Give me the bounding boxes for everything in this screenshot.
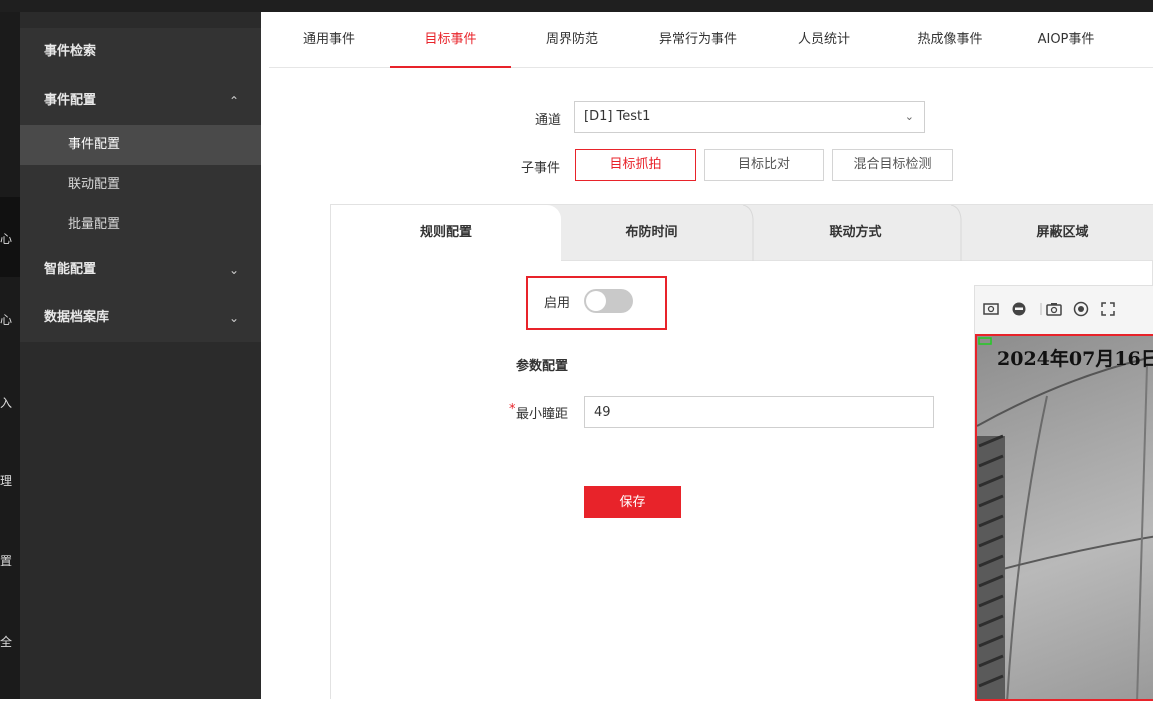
tab-separator — [743, 205, 754, 261]
rail-label-2[interactable]: 心 — [0, 311, 12, 328]
sidebar-subitem-label: 联动配置 — [68, 177, 121, 192]
config-panel: 规则配置 布防时间 联动方式 屏蔽区域 启用 参数配置 * 最小瞳距 保存 — [330, 204, 1153, 701]
fullscreen-icon[interactable] — [1099, 300, 1117, 318]
chevron-down-icon: ⌄ — [228, 311, 239, 325]
channel-value: [D1] Test1 — [584, 109, 651, 124]
face-icon[interactable] — [1010, 300, 1028, 318]
tab-arming-schedule[interactable]: 布防时间 — [563, 205, 740, 261]
sidebar-item-data-archive[interactable]: 数据档案库 ⌄ — [20, 298, 261, 338]
tab-people-count[interactable]: 人员统计 — [764, 12, 884, 68]
enable-label: 启用 — [544, 296, 571, 311]
tab-aiop-events[interactable]: AIOP事件 — [1016, 12, 1116, 68]
tab-linkage-method[interactable]: 联动方式 — [763, 205, 948, 261]
camera-icon[interactable] — [1045, 300, 1063, 318]
video-preview: 2024年07月16日 — [974, 285, 1153, 701]
sidebar-subitem-linkage-config[interactable]: 联动配置 — [20, 165, 261, 205]
camera-feed[interactable]: 2024年07月16日 — [975, 334, 1153, 701]
sidebar-menu: 事件检索 事件配置 ⌃ 事件配置 联动配置 批量配置 智能配置 ⌄ 数据档案库 … — [20, 28, 261, 342]
chevron-down-icon: ⌄ — [904, 110, 914, 123]
osd-timestamp: 2024年07月16日 — [997, 348, 1153, 370]
tab-separator — [951, 205, 962, 261]
rail-label-5[interactable]: 置 — [0, 552, 12, 569]
chevron-down-icon: ⌄ — [228, 263, 239, 277]
sidebar-item-event-search[interactable]: 事件检索 — [20, 32, 261, 72]
sidebar-subitem-batch-config[interactable]: 批量配置 — [20, 205, 261, 245]
tab-general-events[interactable]: 通用事件 — [269, 12, 389, 68]
channel-label: 通道 — [535, 113, 562, 128]
enable-toggle[interactable] — [584, 289, 633, 313]
sidebar: 事件检索 事件配置 ⌃ 事件配置 联动配置 批量配置 智能配置 ⌄ 数据档案库 … — [20, 12, 261, 699]
sidebar-subitem-label: 事件配置 — [68, 137, 121, 152]
toggle-knob — [586, 291, 606, 311]
video-toolbar — [975, 286, 1153, 334]
rail-label-4[interactable]: 理 — [0, 472, 12, 489]
ceiling-image — [977, 337, 1153, 699]
subevent-label: 子事件 — [521, 161, 561, 176]
sidebar-subitem-event-config[interactable]: 事件配置 — [20, 125, 261, 165]
section-title: 参数配置 — [516, 359, 569, 374]
snapshot-frame-icon[interactable] — [982, 300, 1000, 318]
tab-rule-config[interactable]: 规则配置 — [331, 205, 561, 262]
event-tabs: 通用事件 目标事件 周界防范 异常行为事件 人员统计 热成像事件 AIOP事件 — [269, 12, 1153, 68]
min-pupil-input[interactable] — [584, 396, 934, 428]
panel-tabs: 规则配置 布防时间 联动方式 屏蔽区域 — [331, 205, 1153, 262]
min-pupil-label: 最小瞳距 — [516, 407, 569, 422]
icon-rail: 心 心 入 理 置 全 — [0, 12, 20, 699]
main-content: 通用事件 目标事件 周界防范 异常行为事件 人员统计 热成像事件 AIOP事件 … — [261, 12, 1153, 701]
rail-label-1[interactable]: 心 — [0, 230, 12, 247]
chevron-up-icon: ⌃ — [228, 94, 239, 108]
required-mark: * — [509, 402, 516, 417]
save-button[interactable]: 保存 — [584, 486, 681, 518]
tab-thermal-events[interactable]: 热成像事件 — [885, 12, 1015, 68]
sidebar-subitem-label: 批量配置 — [68, 217, 121, 232]
tab-mask-area[interactable]: 屏蔽区域 — [971, 205, 1153, 261]
rail-label-6[interactable]: 全 — [0, 633, 12, 650]
record-icon[interactable] — [1072, 300, 1090, 318]
sidebar-item-label: 事件配置 — [44, 93, 97, 108]
tab-target-events[interactable]: 目标事件 — [390, 12, 511, 68]
sidebar-item-smart-config[interactable]: 智能配置 ⌄ — [20, 250, 261, 290]
subevent-target-capture[interactable]: 目标抓拍 — [575, 149, 696, 181]
sidebar-item-label: 数据档案库 — [44, 310, 110, 325]
channel-select[interactable]: [D1] Test1 ⌄ — [574, 101, 925, 133]
tab-perimeter[interactable]: 周界防范 — [512, 12, 632, 68]
subevent-mixed-detection[interactable]: 混合目标检测 — [832, 149, 953, 181]
sidebar-item-label: 智能配置 — [44, 262, 97, 277]
tab-abnormal-behavior[interactable]: 异常行为事件 — [633, 12, 763, 68]
sidebar-item-event-config[interactable]: 事件配置 ⌃ — [20, 81, 261, 121]
rail-label-3[interactable]: 入 — [0, 394, 12, 411]
sidebar-item-label: 事件检索 — [44, 44, 97, 59]
subevent-target-compare[interactable]: 目标比对 — [704, 149, 824, 181]
top-bar — [0, 0, 1153, 12]
